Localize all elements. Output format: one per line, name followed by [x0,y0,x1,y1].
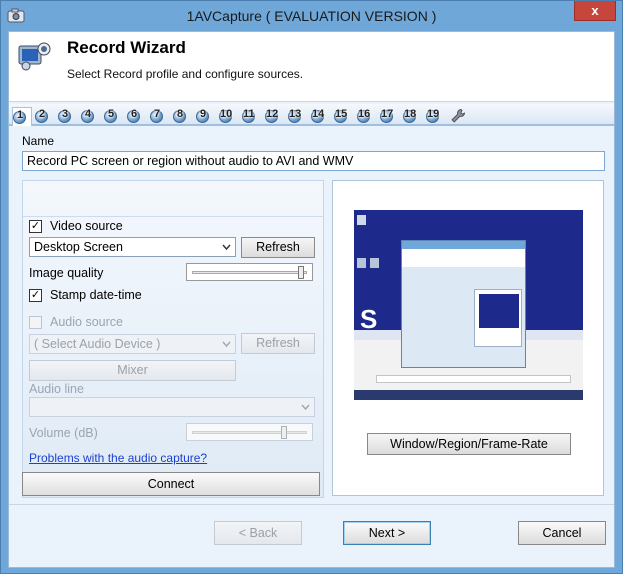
preview-panel: S Window/Region/Frame-Rate [332,180,604,496]
preview-taskbar [354,390,583,400]
chevron-down-icon [222,341,231,348]
step-tab-10[interactable]: 10 [219,107,239,124]
audio-source-label: Audio source [50,315,123,329]
step-tab-4[interactable]: 4 [81,107,101,124]
step-tab-13[interactable]: 13 [288,107,308,124]
audio-refresh-button[interactable]: Refresh [241,333,315,354]
wrench-icon [451,109,465,123]
stamp-datetime-checkbox[interactable]: ✓ [29,289,42,302]
main-window: 1AVCapture ( EVALUATION VERSION ) x Reco… [0,0,623,574]
name-label: Name [22,134,55,148]
mixer-button[interactable]: Mixer [29,360,236,381]
step-tab-12[interactable]: 12 [265,107,285,124]
step-tab-7[interactable]: 7 [150,107,170,124]
video-refresh-button[interactable]: Refresh [241,237,315,258]
title-bar[interactable]: 1AVCapture ( EVALUATION VERSION ) x [1,1,622,31]
step-tab-1[interactable]: 1 [12,107,32,126]
step-tab-5[interactable]: 5 [104,107,124,124]
chevron-down-icon [301,404,310,411]
slider-thumb[interactable] [281,426,287,439]
volume-label: Volume (dB) [29,426,98,440]
panel-divider [23,216,323,217]
connect-button[interactable]: Connect [22,472,320,496]
stamp-datetime-label: Stamp date-time [50,288,142,302]
window-title: 1AVCapture ( EVALUATION VERSION ) [186,8,437,24]
image-quality-label: Image quality [29,266,104,280]
sources-panel: ✓ Video source Desktop Screen Refresh Im… [22,180,324,498]
audio-device-select[interactable]: ( Select Audio Device ) [29,334,236,354]
video-source-checkbox[interactable]: ✓ [29,220,42,233]
back-button[interactable]: < Back [214,521,302,545]
wizard-client: Record Wizard Select Record profile and … [8,31,615,568]
step-tab-9[interactable]: 9 [196,107,216,124]
wizard-subtitle: Select Record profile and configure sour… [67,67,304,81]
step-tab-16[interactable]: 16 [357,107,377,124]
audio-line-select[interactable] [29,397,315,417]
audio-line-label: Audio line [29,382,84,396]
step-tab-3[interactable]: 3 [58,107,78,124]
record-wizard-icon [18,42,51,71]
cancel-button[interactable]: Cancel [518,521,606,545]
step-tab-2[interactable]: 2 [35,107,55,124]
close-button[interactable]: x [574,1,616,21]
step-tab-8[interactable]: 8 [173,107,193,124]
next-button[interactable]: Next > [343,521,431,545]
screen-preview-image: S [354,210,583,400]
footer-divider [9,504,614,505]
preview-logo: S [360,304,378,334]
audio-problems-link[interactable]: Problems with the audio capture? [29,451,207,465]
step-tab-19[interactable]: 19 [426,107,446,124]
step-tab-11[interactable]: 11 [242,107,262,124]
window-region-framerate-button[interactable]: Window/Region/Frame-Rate [367,433,571,455]
volume-slider[interactable] [186,423,313,441]
desktop-icon [370,258,379,268]
close-icon: x [591,3,599,18]
video-device-select[interactable]: Desktop Screen [29,237,236,257]
step-tab-6[interactable]: 6 [127,107,147,124]
chevron-down-icon [222,244,231,251]
step-tab-15[interactable]: 15 [334,107,354,124]
image-quality-slider[interactable] [186,263,313,281]
preview-mini-window [401,240,526,368]
slider-track [192,271,307,274]
wizard-title: Record Wizard [67,38,186,57]
step-tab-18[interactable]: 18 [403,107,423,124]
check-icon: ✓ [30,289,41,301]
desktop-icon [357,258,366,268]
step-tab-17[interactable]: 17 [380,107,400,124]
video-device-value: Desktop Screen [34,240,123,254]
slider-track [192,431,307,434]
audio-source-checkbox[interactable] [29,316,42,329]
video-source-label: Video source [50,219,123,233]
check-icon: ✓ [30,220,41,232]
audio-device-value: ( Select Audio Device ) [34,337,161,351]
step-tab-14[interactable]: 14 [311,107,331,124]
step-tabs: 1 2 3 4 5 6 7 8 9 10 11 12 13 14 15 16 1… [9,104,614,126]
step-tab-tools[interactable] [449,107,469,124]
wizard-header: Record Wizard Select Record profile and … [9,32,614,102]
desktop-icon [357,215,366,225]
slider-thumb[interactable] [298,266,304,279]
profile-name-input[interactable] [22,151,605,171]
